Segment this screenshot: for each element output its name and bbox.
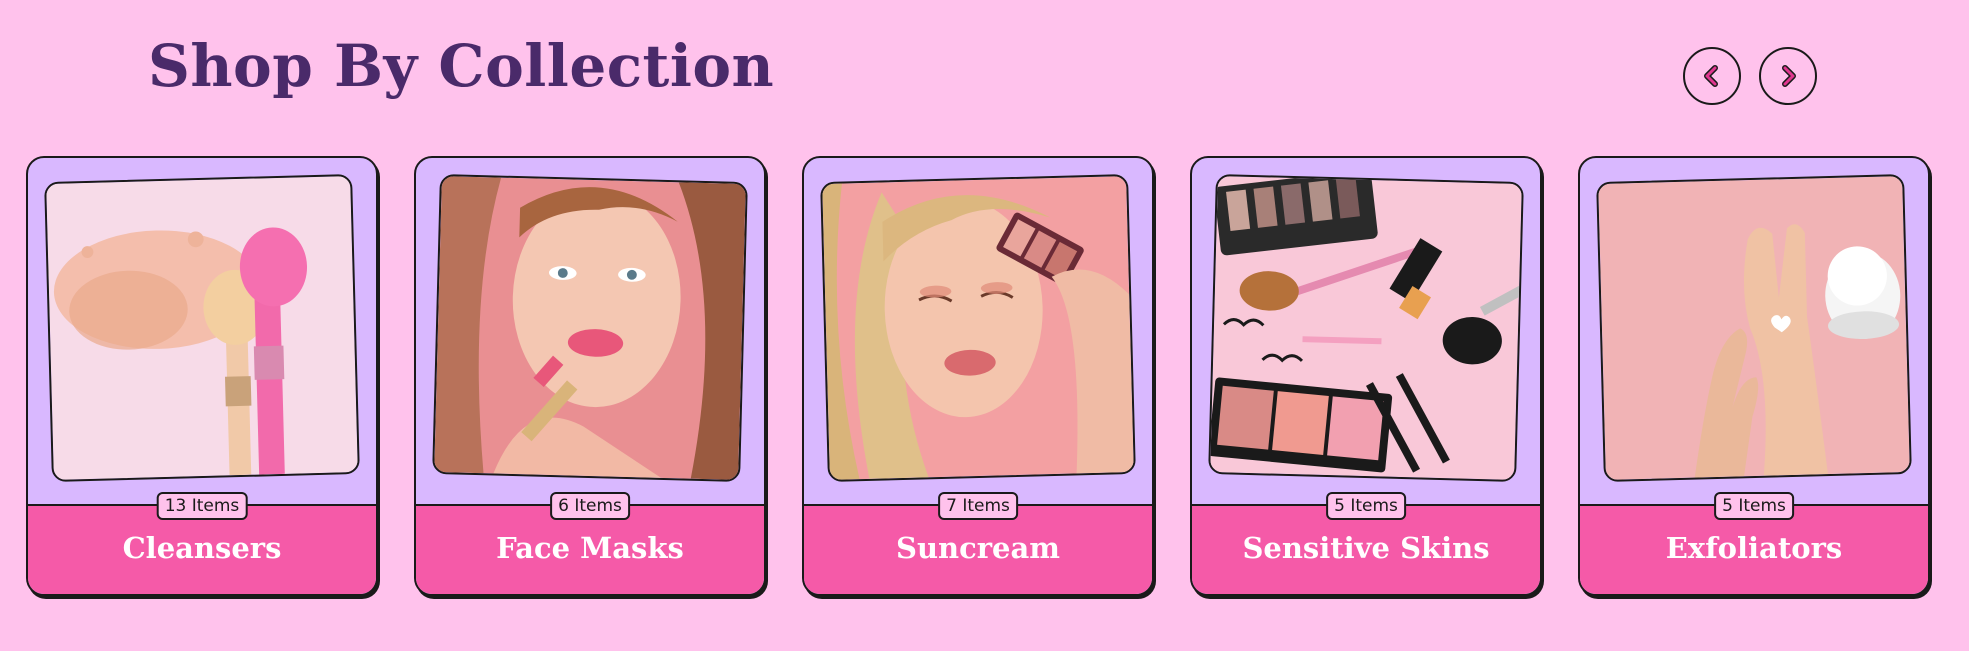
collection-image <box>1596 174 1912 482</box>
item-count-badge: 6 Items <box>550 492 630 520</box>
collection-name[interactable]: Face Masks <box>416 528 764 568</box>
collection-card-face-masks[interactable]: 6 Items Face Masks <box>414 156 766 596</box>
collection-name[interactable]: Sensitive Skins <box>1192 528 1540 568</box>
carousel-prev-button[interactable] <box>1683 47 1741 105</box>
collection-card-sensitive-skins[interactable]: 5 Items Sensitive Skins <box>1190 156 1542 596</box>
collection-image <box>1208 174 1524 482</box>
item-count-badge: 5 Items <box>1714 492 1794 520</box>
collection-card-cleansers[interactable]: 13 Items Cleansers <box>26 156 378 596</box>
item-count-badge: 7 Items <box>938 492 1018 520</box>
collection-name[interactable]: Suncream <box>804 528 1152 568</box>
collection-card-suncream[interactable]: 7 Items Suncream <box>802 156 1154 596</box>
collection-image <box>820 174 1136 482</box>
collection-image <box>432 174 748 482</box>
chevron-left-icon <box>1704 65 1718 87</box>
collection-card-exfoliators[interactable]: 5 Items Exfoliators <box>1578 156 1930 596</box>
collection-name[interactable]: Cleansers <box>28 528 376 568</box>
item-count-badge: 5 Items <box>1326 492 1406 520</box>
item-count-badge: 13 Items <box>156 492 248 520</box>
chevron-right-icon <box>1782 65 1796 87</box>
collection-image <box>44 174 360 482</box>
carousel-next-button[interactable] <box>1759 47 1817 105</box>
collection-name[interactable]: Exfoliators <box>1580 528 1928 568</box>
page-title: Shop By Collection <box>148 32 775 100</box>
